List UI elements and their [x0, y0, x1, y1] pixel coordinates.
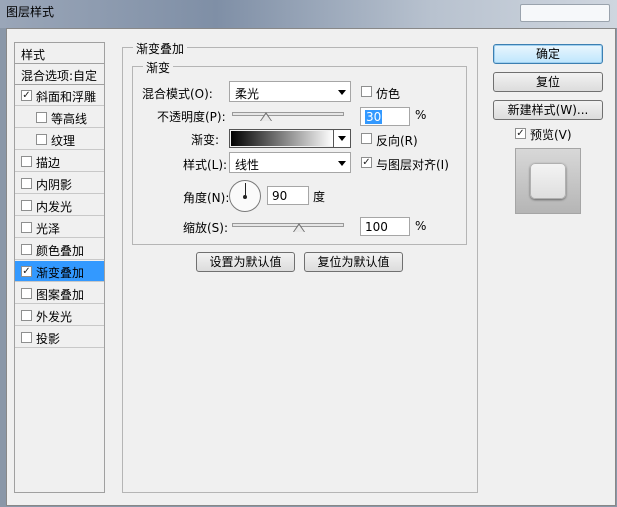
style-item-label: 纹理	[51, 134, 76, 148]
style-item-checkbox[interactable]: ✓	[21, 90, 32, 101]
style-item-label: 外发光	[36, 310, 73, 324]
set-default-button[interactable]: 设置为默认值	[196, 252, 295, 272]
scale-label: 缩放(S):	[183, 221, 229, 235]
checkmark-icon: ✓	[516, 128, 525, 139]
style-item-label: 图案叠加	[36, 288, 85, 302]
preview-checkbox[interactable]: ✓	[515, 128, 526, 139]
checkmark-icon: ✓	[22, 266, 31, 277]
title-bar: 图层样式	[0, 0, 617, 28]
reset-default-button[interactable]: 复位为默认值	[304, 252, 403, 272]
preview-label: 预览(V)	[530, 128, 572, 142]
style-item-label: 投影	[36, 332, 61, 346]
style-list-item[interactable]: 描边	[15, 151, 104, 172]
gradient-picker[interactable]	[229, 129, 351, 148]
new-style-button[interactable]: 新建样式(W)...	[493, 100, 603, 120]
style-item-checkbox[interactable]	[21, 222, 32, 233]
style-item-label: 渐变叠加	[36, 266, 85, 280]
style-item-checkbox[interactable]	[21, 310, 32, 321]
style-list-item[interactable]: 等高线	[15, 107, 104, 128]
blend-options-label: 混合选项:自定	[21, 69, 98, 83]
reset-button[interactable]: 复位	[493, 72, 603, 92]
gradient-dropdown-icon[interactable]	[333, 130, 350, 147]
chevron-down-icon	[338, 90, 346, 95]
style-item-label: 内发光	[36, 200, 73, 214]
dither-checkbox[interactable]	[361, 86, 372, 97]
angle-input[interactable]: 90	[267, 186, 309, 205]
preview-square	[530, 163, 566, 199]
style-list-item[interactable]: ✓ 斜面和浮雕	[15, 85, 104, 106]
scale-input[interactable]: 100	[360, 217, 410, 236]
gradient-preview[interactable]	[231, 131, 333, 146]
scale-slider-track[interactable]	[232, 223, 344, 227]
opacity-value: 30	[365, 110, 383, 124]
ok-button[interactable]: 确定	[493, 44, 603, 64]
scale-unit: %	[415, 219, 427, 233]
style-item-checkbox[interactable]	[21, 332, 32, 343]
style-item-checkbox[interactable]: ✓	[21, 266, 32, 277]
style-select[interactable]: 线性	[229, 152, 351, 173]
style-item-label: 内阴影	[36, 178, 73, 192]
opacity-label: 不透明度(P):	[157, 110, 226, 124]
style-item-label: 颜色叠加	[36, 244, 85, 258]
style-list: 样式 混合选项:自定 ✓ 斜面和浮雕等高线纹理描边内阴影内发光光泽颜色叠加 ✓ 渐变叠…	[14, 42, 105, 493]
style-item-label: 斜面和浮雕	[36, 90, 97, 104]
style-item-label: 等高线	[51, 112, 88, 126]
style-value: 线性	[235, 158, 260, 172]
style-list-item[interactable]: 内发光	[15, 195, 104, 216]
style-item-checkbox[interactable]	[21, 200, 32, 211]
style-label: 样式(L):	[183, 158, 228, 172]
opacity-slider-thumb[interactable]	[259, 112, 272, 121]
style-item-checkbox[interactable]	[21, 288, 32, 299]
style-list-item[interactable]: 内阴影	[15, 173, 104, 194]
angle-unit: 度	[313, 190, 326, 204]
style-item-label: 描边	[36, 156, 61, 170]
style-list-item[interactable]: 纹理	[15, 129, 104, 150]
chevron-down-icon	[338, 161, 346, 166]
reverse-label: 反向(R)	[376, 134, 418, 148]
align-with-layer-checkbox[interactable]: ✓	[361, 157, 372, 168]
style-list-blend-options[interactable]: 混合选项:自定	[15, 64, 104, 85]
checkmark-icon: ✓	[22, 90, 31, 101]
gradient-sub-title: 渐变	[143, 59, 174, 76]
style-list-item[interactable]: 投影	[15, 327, 104, 348]
checkmark-icon: ✓	[362, 157, 371, 168]
style-list-header[interactable]: 样式	[15, 43, 104, 64]
angle-label: 角度(N):	[183, 191, 230, 205]
scale-slider-thumb[interactable]	[293, 223, 306, 232]
style-list-item[interactable]: 图案叠加	[15, 283, 104, 304]
align-with-layer-label: 与图层对齐(I)	[376, 158, 449, 172]
opacity-slider-track[interactable]	[232, 112, 344, 116]
style-item-checkbox[interactable]	[36, 134, 47, 145]
angle-value: 90	[272, 189, 288, 203]
style-list-item[interactable]: 外发光	[15, 305, 104, 326]
opacity-input[interactable]: 30	[360, 107, 410, 126]
blend-mode-value: 柔光	[235, 87, 260, 101]
style-item-checkbox[interactable]	[36, 112, 47, 123]
style-list-item[interactable]: 颜色叠加	[15, 239, 104, 260]
blend-mode-select[interactable]: 柔光	[229, 81, 351, 102]
opacity-unit: %	[415, 108, 427, 122]
style-item-checkbox[interactable]	[21, 156, 32, 167]
gradient-overlay-title: 渐变叠加	[133, 40, 188, 57]
reverse-checkbox[interactable]	[361, 133, 372, 144]
window-title: 图层样式	[6, 5, 55, 19]
angle-dial-icon[interactable]	[229, 180, 261, 212]
style-list-header-label: 样式	[21, 48, 46, 62]
style-item-checkbox[interactable]	[21, 178, 32, 189]
blend-mode-label: 混合模式(O):	[142, 87, 213, 101]
gradient-label: 渐变:	[191, 133, 220, 147]
style-list-item[interactable]: 光泽	[15, 217, 104, 238]
dither-label: 仿色	[376, 87, 401, 101]
scale-value: 100	[365, 220, 388, 234]
style-list-item[interactable]: ✓ 渐变叠加	[15, 261, 104, 282]
style-item-label: 光泽	[36, 222, 61, 236]
angle-center	[243, 195, 247, 199]
style-preview-thumbnail	[515, 148, 581, 214]
style-item-checkbox[interactable]	[21, 244, 32, 255]
window-close-button[interactable]	[520, 4, 610, 22]
